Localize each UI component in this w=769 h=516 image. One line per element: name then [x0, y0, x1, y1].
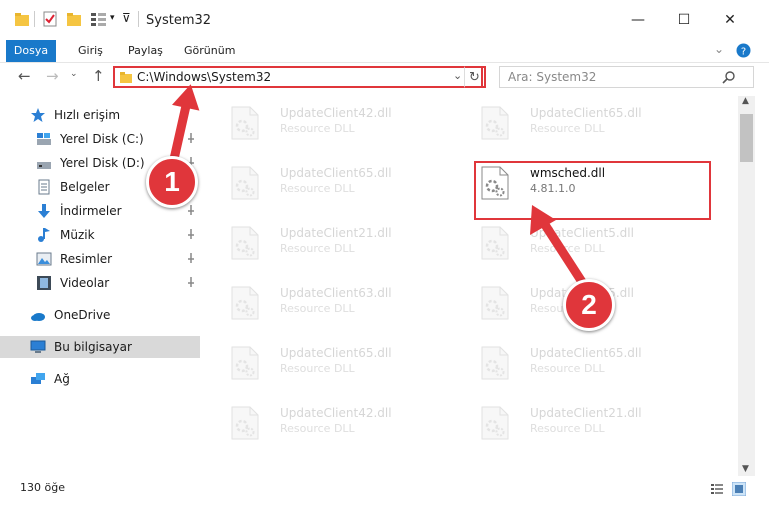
annotation-badge-2: 2 [563, 279, 615, 331]
annotation-badge-1: 1 [146, 156, 198, 208]
annotation-arrows [167, 84, 589, 290]
